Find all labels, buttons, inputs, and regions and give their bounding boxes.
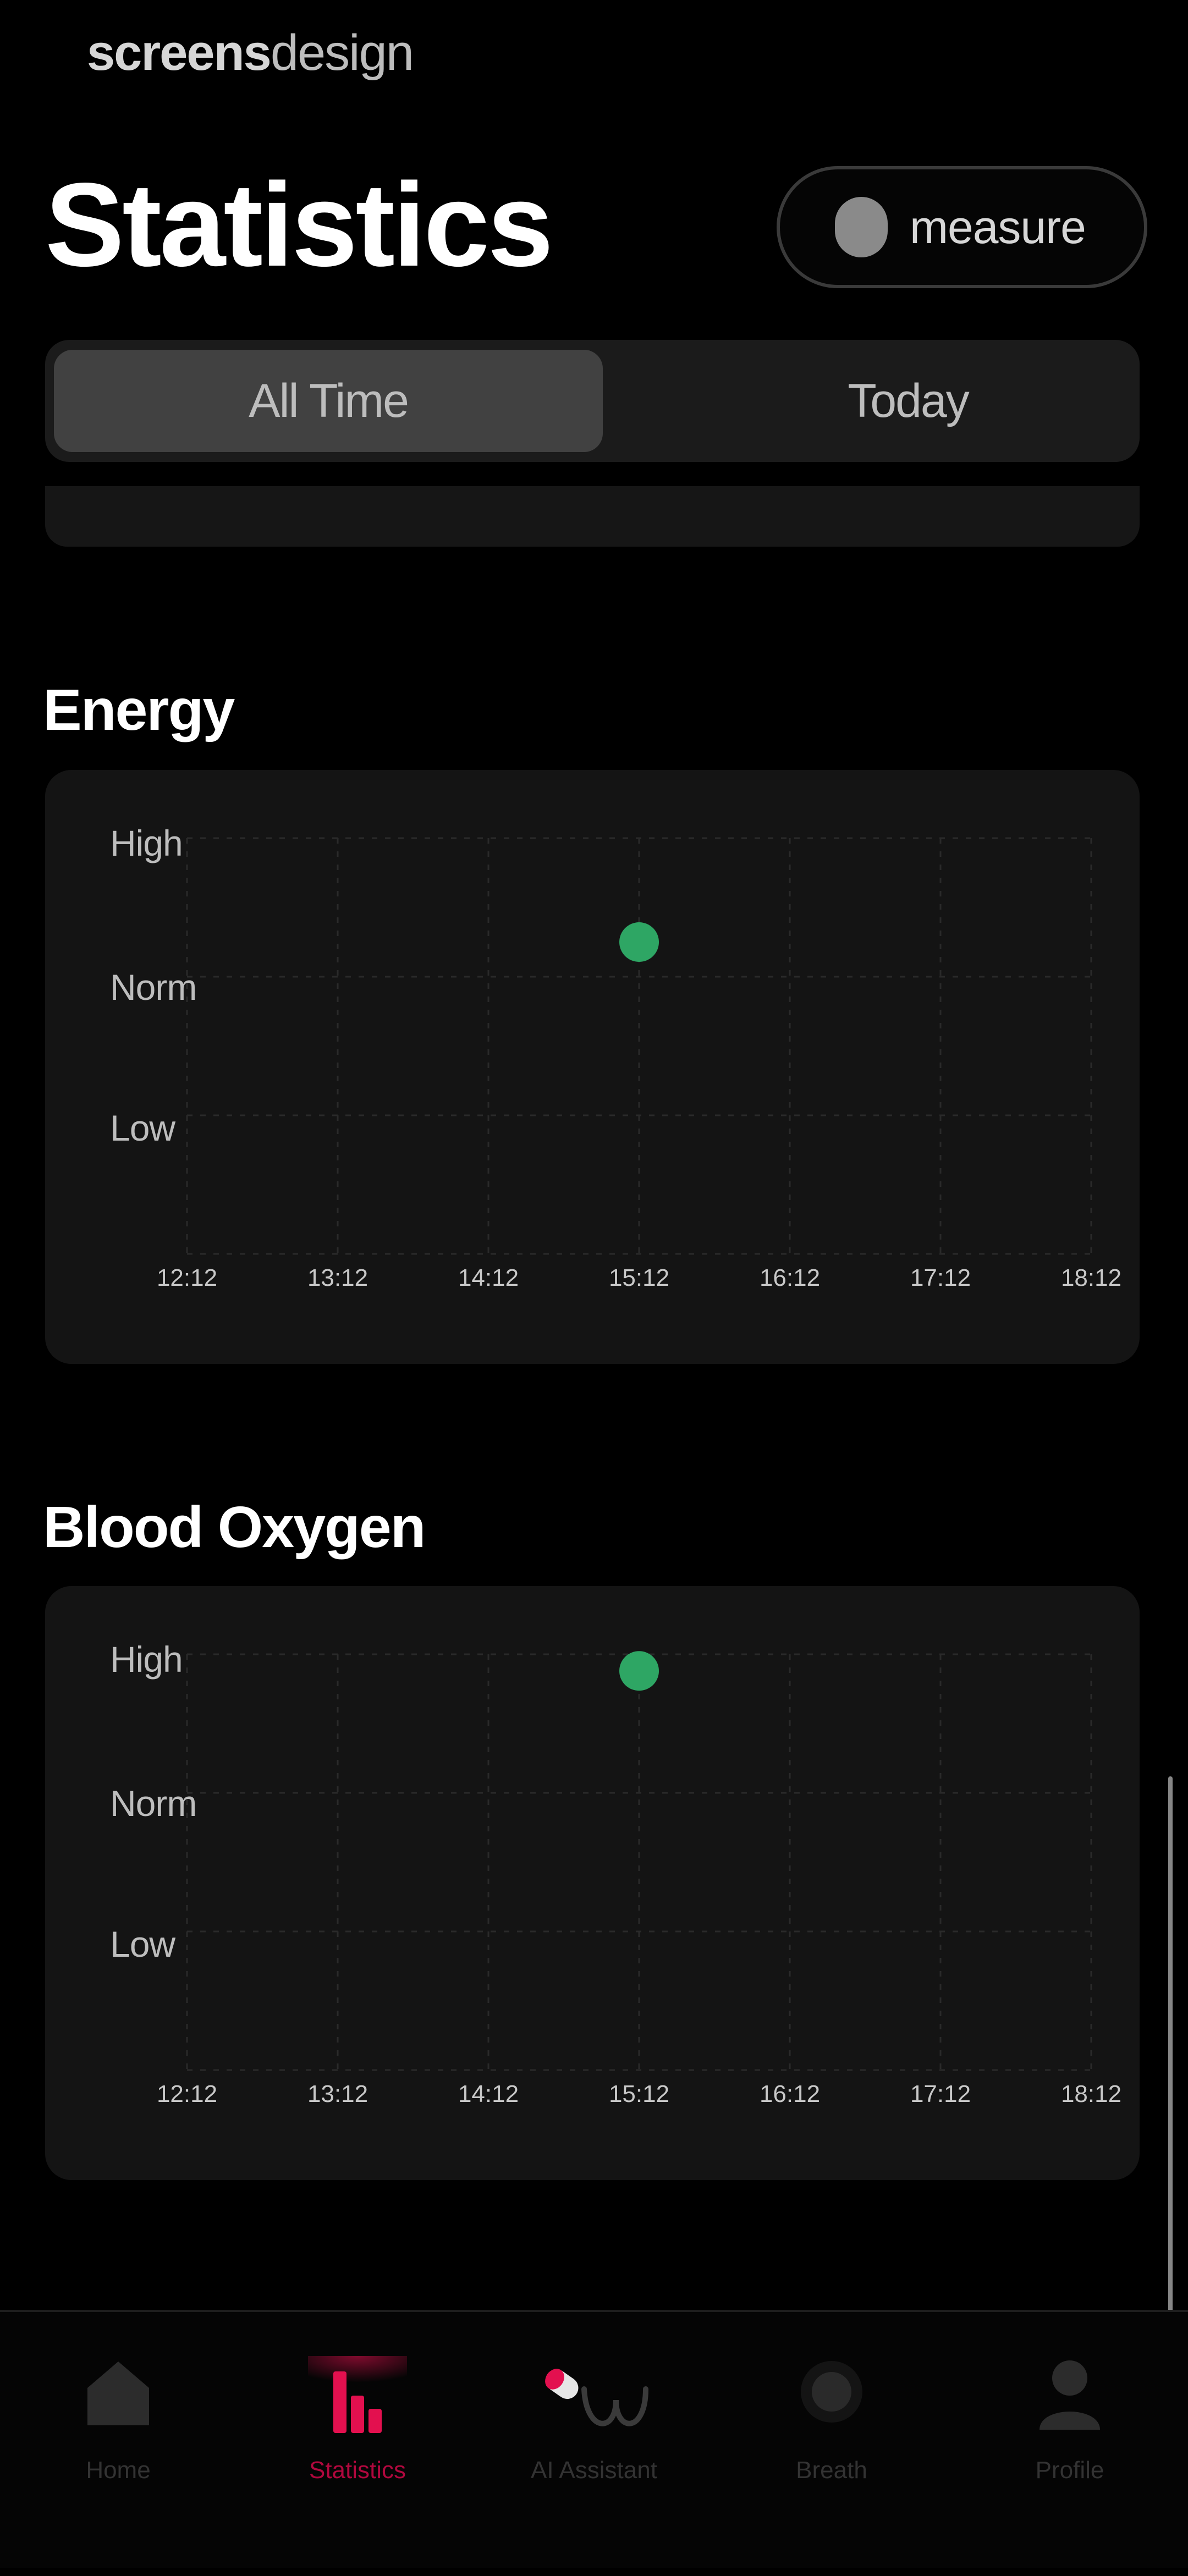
- breath-icon: [801, 2361, 862, 2423]
- y-label-high: High: [110, 1639, 183, 1680]
- brand-part-1: screens: [87, 25, 272, 81]
- y-label-low: Low: [110, 1108, 175, 1148]
- tab-breath[interactable]: Breath: [722, 2334, 942, 2576]
- collapsed-card: [45, 486, 1140, 547]
- x-tick-label: 12:12: [156, 2080, 218, 2107]
- tab-statistics[interactable]: Statistics: [248, 2334, 468, 2576]
- bar-chart-icon: [308, 2356, 407, 2433]
- x-tick-label: 14:12: [458, 1264, 519, 1291]
- x-tick-label: 14:12: [458, 2080, 519, 2107]
- y-label-low: Low: [110, 1924, 175, 1964]
- data-point[interactable]: [619, 922, 659, 962]
- tab-home[interactable]: Home: [8, 2334, 228, 2576]
- tab-label: AI Assistant: [531, 2457, 657, 2484]
- measure-label: measure: [910, 201, 1086, 253]
- section-title-blood-oxygen: Blood Oxygen: [43, 1495, 426, 1560]
- time-range-toggle: All Time Today: [45, 340, 1140, 462]
- tab-profile[interactable]: Profile: [960, 2334, 1180, 2576]
- y-label-norm: Norm: [110, 1783, 197, 1824]
- x-tick-label: 13:12: [307, 2080, 369, 2107]
- x-tick-label: 17:12: [910, 1264, 971, 1291]
- tab-label: Breath: [796, 2457, 867, 2484]
- segment-all-time[interactable]: All Time: [54, 350, 603, 452]
- brand-part-2: design: [270, 25, 414, 81]
- blood-oxygen-chart-card: High Norm Low 12:12 13:12 14:12 15:12 16…: [45, 1586, 1140, 2180]
- person-icon: [1040, 2360, 1100, 2430]
- x-tick-label: 18:12: [1060, 2080, 1122, 2107]
- bottom-tab-bar: Home Statistics AI Assistant Breath Prof…: [0, 2310, 1188, 2568]
- scrollbar[interactable]: [1168, 1776, 1173, 2326]
- tab-label: Statistics: [309, 2457, 406, 2484]
- brand-logo: screensdesign: [87, 25, 414, 81]
- measure-button[interactable]: measure: [777, 166, 1147, 288]
- y-label-high: High: [110, 823, 183, 863]
- tab-label: Profile: [1035, 2457, 1104, 2484]
- y-label-norm: Norm: [110, 967, 197, 1008]
- energy-chart-card: High Norm Low 12:12 13:12 14:12 15:12 16…: [45, 770, 1140, 1364]
- x-tick-label: 12:12: [156, 1264, 218, 1291]
- tab-ai-assistant[interactable]: AI Assistant: [484, 2334, 704, 2576]
- fingerprint-icon: [835, 197, 888, 257]
- x-tick-label: 15:12: [608, 1264, 670, 1291]
- tab-label: Home: [86, 2457, 151, 2484]
- x-tick-label: 17:12: [910, 2080, 971, 2107]
- home-icon: [87, 2362, 149, 2425]
- stethoscope-pill-icon: [545, 2369, 648, 2426]
- page-title: Statistics: [45, 158, 553, 291]
- x-tick-label: 16:12: [759, 1264, 821, 1291]
- x-tick-label: 16:12: [759, 2080, 821, 2107]
- data-point[interactable]: [619, 1651, 659, 1691]
- x-tick-label: 13:12: [307, 1264, 369, 1291]
- segment-today[interactable]: Today: [634, 350, 1182, 452]
- x-tick-label: 18:12: [1060, 1264, 1122, 1291]
- section-title-energy: Energy: [43, 678, 235, 742]
- x-tick-label: 15:12: [608, 2080, 670, 2107]
